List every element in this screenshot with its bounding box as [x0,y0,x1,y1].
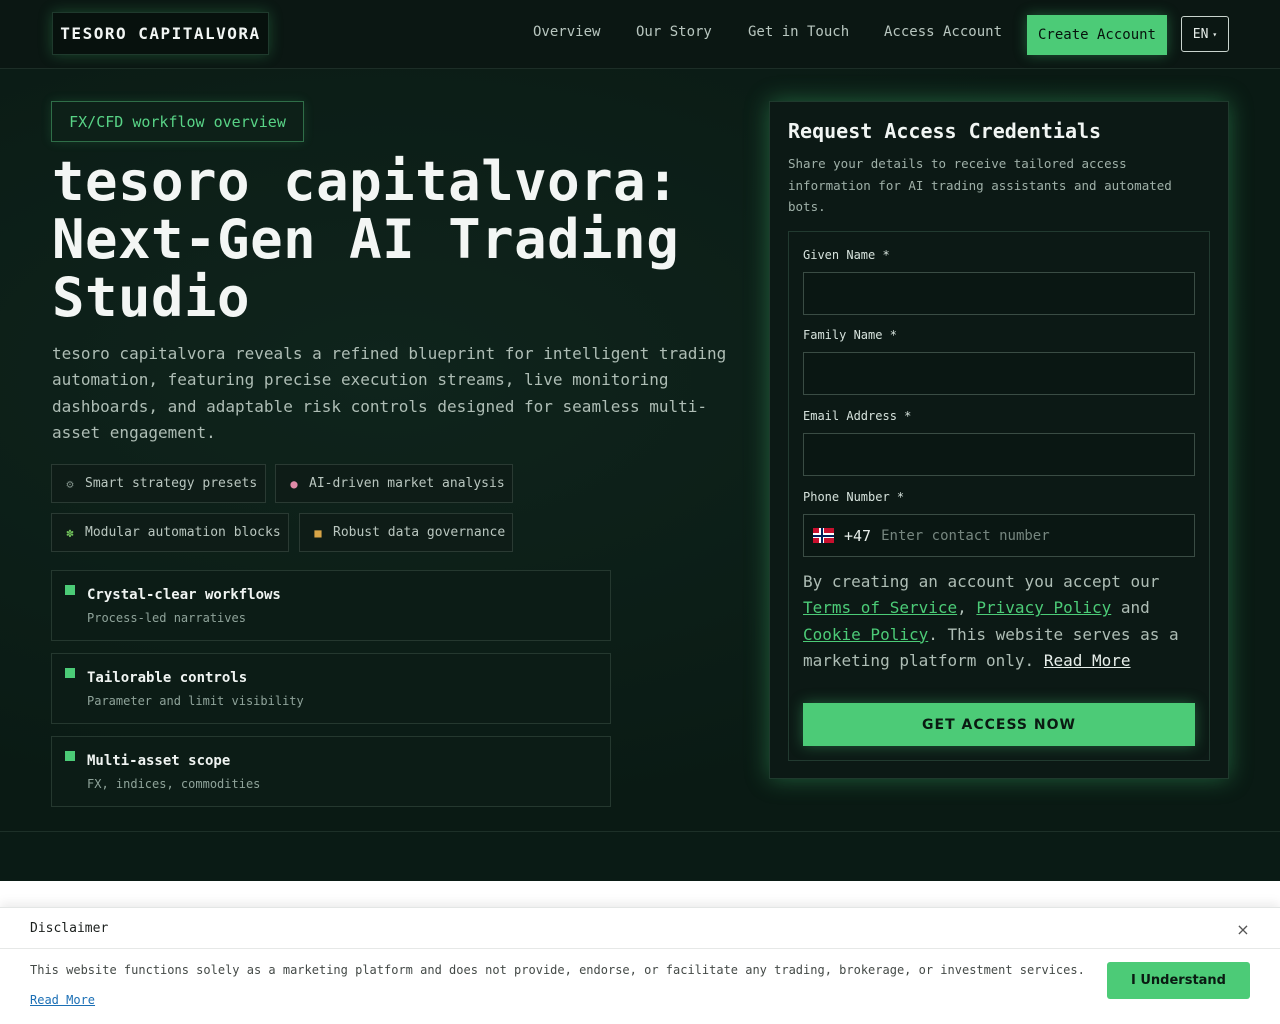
bullet-square-icon [65,751,75,761]
phone-placeholder: Enter contact number [881,527,1050,544]
consent-prefix: By creating an account you accept our [803,572,1160,591]
site-header: TESORO CAPITALVORA Overview Our Story Ge… [0,0,1280,69]
form-title: Request Access Credentials [788,119,1102,143]
feature-card: Multi-asset scope FX, indices, commoditi… [51,736,611,807]
email-input[interactable] [803,433,1195,476]
bullet-square-icon [65,668,75,678]
feature-card: Tailorable controls Parameter and limit … [51,653,611,724]
feature-chip: ■ Robust data governance [299,513,513,552]
lock-icon: ■ [314,525,322,540]
disclaimer-read-more-link[interactable]: Read More [30,993,95,1007]
feature-chip-label: Robust data governance [333,525,506,540]
feature-chip: ✽ Modular automation blocks [51,513,289,552]
hero-title-line: tesoro capitalvora: [52,150,680,213]
get-access-button[interactable]: GET ACCESS NOW [803,703,1195,746]
given-name-label: Given Name * [803,248,890,262]
family-name-input[interactable] [803,352,1195,395]
close-icon[interactable]: × [1234,920,1252,939]
consent-text: By creating an account you accept our Te… [803,572,1179,670]
brain-icon: ● [290,476,298,491]
email-label: Email Address * [803,409,912,423]
divider [0,948,1280,949]
content-strip [0,881,1280,907]
disclaimer-text: This website functions solely as a marke… [30,963,1085,977]
disclaimer-title: Disclaimer [30,921,109,936]
privacy-link[interactable]: Privacy Policy [976,598,1111,617]
hero-title-line: Studio [52,266,251,329]
chevron-down-icon: ▾ [1212,29,1218,39]
nav-access-account[interactable]: Access Account [884,24,1002,40]
feature-chip: ⚙ Smart strategy presets [51,464,266,503]
feature-card-subtitle: Parameter and limit visibility [87,694,304,708]
language-label: EN [1192,26,1209,42]
feature-card-title: Crystal-clear workflows [87,587,281,603]
feature-card-title: Tailorable controls [87,670,248,686]
disclaimer-banner: Disclaimer × This website functions sole… [0,907,1280,1024]
puzzle-icon: ✽ [66,525,74,540]
hero-title-line: Next-Gen AI Trading [52,208,680,271]
form-subtitle: Share your details to receive tailored a… [788,156,1172,214]
terms-link[interactable]: Terms of Service [803,598,957,617]
read-more-link[interactable]: Read More [1044,651,1131,670]
language-selector[interactable]: EN ▾ [1181,16,1229,52]
section-band [0,832,1280,881]
family-name-label: Family Name * [803,328,897,342]
hero-tag: FX/CFD workflow overview [51,101,304,142]
hero-title: tesoro capitalvora: Next-Gen AI Trading … [52,153,752,327]
hero-description: tesoro capitalvora reveals a refined blu… [52,344,727,442]
nav-get-in-touch[interactable]: Get in Touch [748,24,849,40]
feature-card-title: Multi-asset scope [87,753,231,769]
nav-our-story[interactable]: Our Story [636,24,712,40]
nav-overview[interactable]: Overview [533,24,600,40]
feature-chip-label: AI-driven market analysis [309,476,505,491]
feature-card-subtitle: Process-led narratives [87,611,246,625]
feature-card: Crystal-clear workflows Process-led narr… [51,570,611,641]
dial-code: +47 [844,526,872,545]
brand-logo[interactable]: TESORO CAPITALVORA [52,12,269,55]
feature-chip: ● AI-driven market analysis [275,464,513,503]
cookie-link[interactable]: Cookie Policy [803,625,928,644]
norway-flag-icon[interactable] [813,528,834,543]
phone-label: Phone Number * [803,490,905,504]
feature-chip-label: Smart strategy presets [85,476,258,491]
create-account-button[interactable]: Create Account [1027,15,1167,55]
phone-input[interactable]: +47 Enter contact number [803,514,1195,557]
understand-button[interactable]: I Understand [1107,962,1250,999]
consent-and: and [1120,598,1150,618]
gear-icon: ⚙ [66,476,74,491]
given-name-input[interactable] [803,272,1195,315]
feature-card-subtitle: FX, indices, commodities [87,777,261,791]
bullet-square-icon [65,585,75,595]
feature-chip-label: Modular automation blocks [85,525,281,540]
